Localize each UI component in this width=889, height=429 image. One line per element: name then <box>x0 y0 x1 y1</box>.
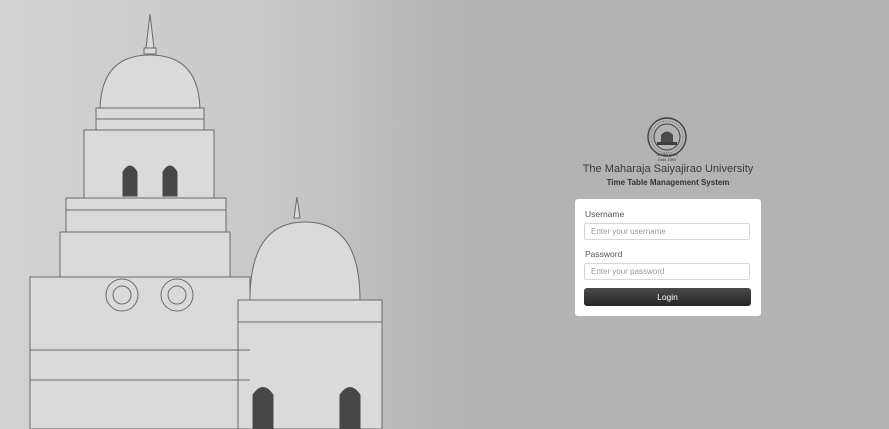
username-label: Username <box>585 209 625 219</box>
login-button[interactable]: Login <box>584 288 751 306</box>
background-building-image <box>29 13 383 429</box>
university-name: The Maharaja Saiyajirao University <box>582 163 754 175</box>
username-input[interactable] <box>584 223 750 240</box>
university-seal-icon: सत्यं शिवं सुन्दरम् Estd. 1949 <box>647 117 687 162</box>
system-name: Time Table Management System <box>606 178 730 187</box>
seal-motto: सत्यं शिवं सुन्दरम् <box>656 152 678 157</box>
password-input[interactable] <box>584 263 750 280</box>
login-card: Username Password Login <box>575 199 761 316</box>
seal-established: Estd. 1949 <box>658 158 675 162</box>
password-label: Password <box>585 249 623 259</box>
